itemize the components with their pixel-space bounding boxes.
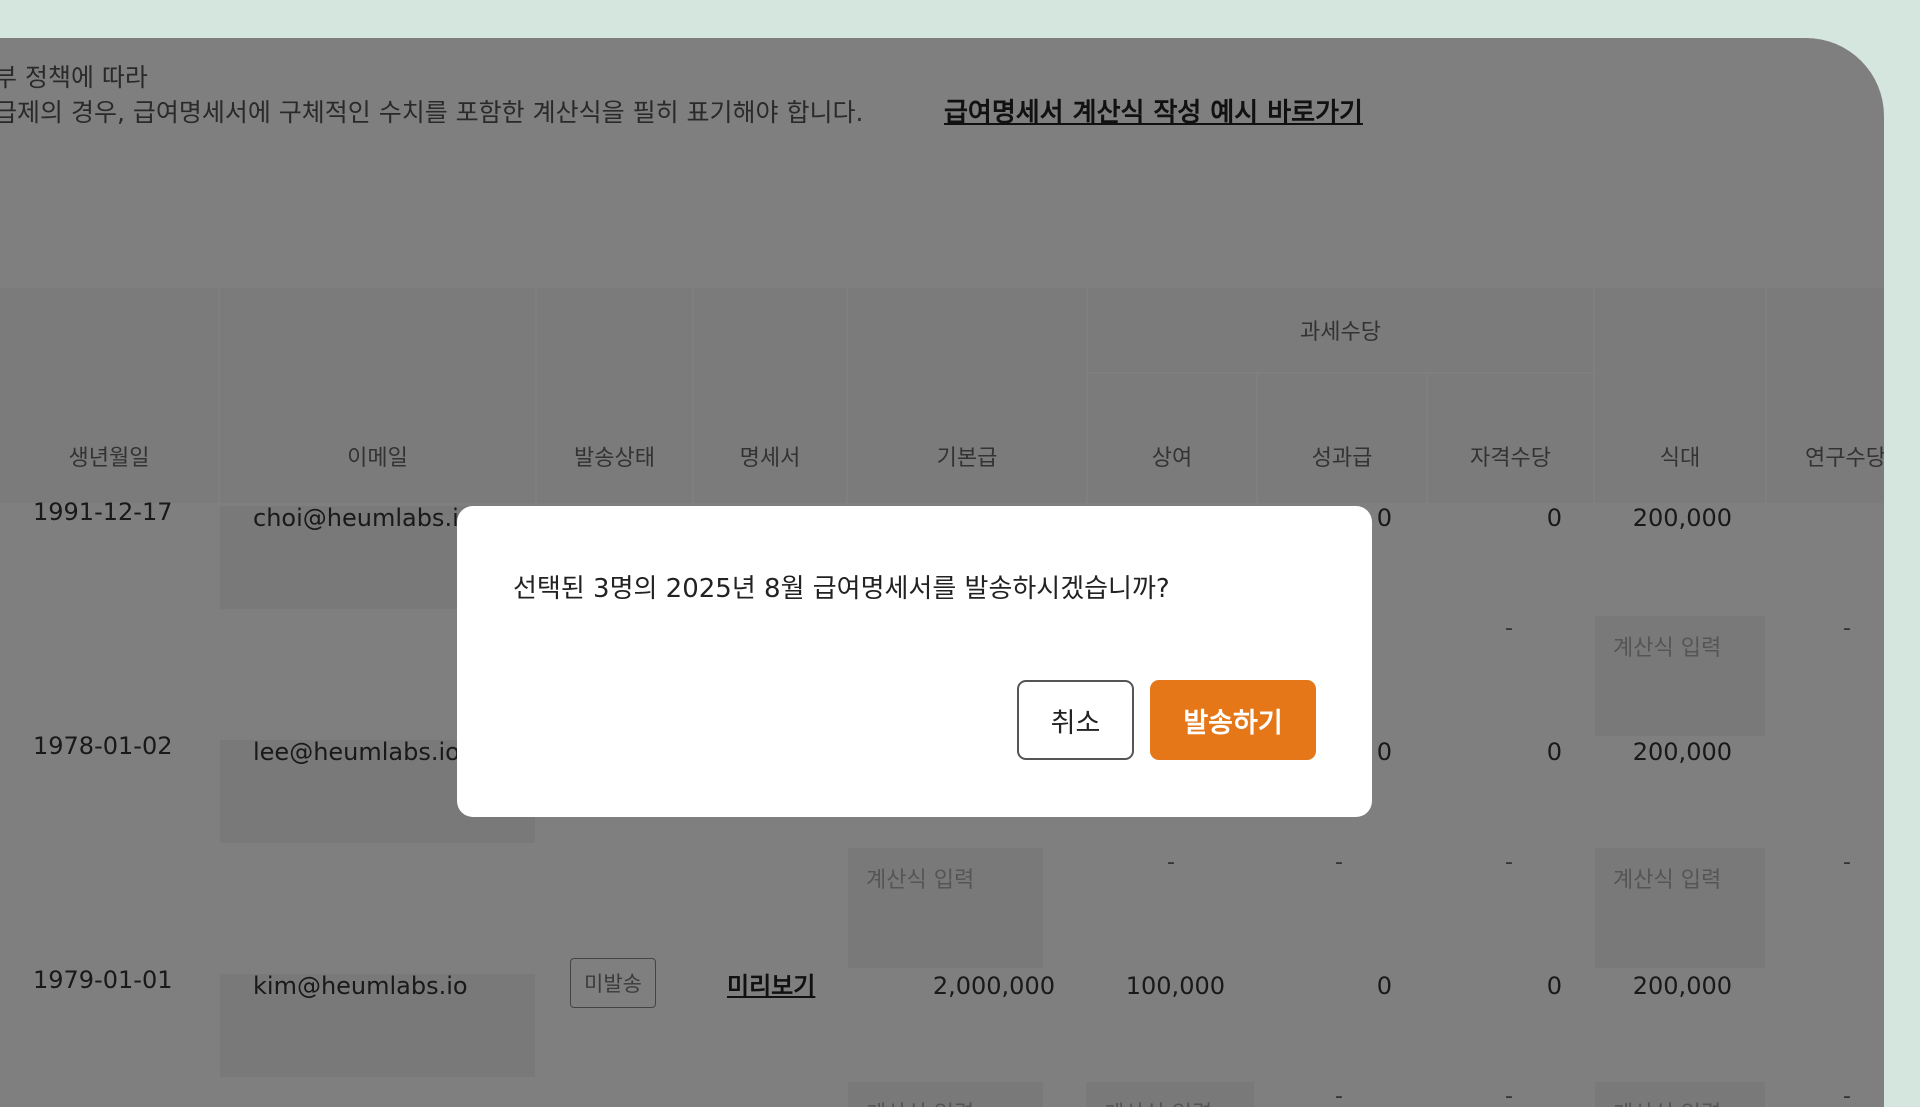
send-button[interactable]: 발송하기 — [1150, 680, 1316, 760]
page-frame: 부 정책에 따라 급제의 경우, 급여명세서에 구체적인 수치를 포함한 계산식… — [0, 38, 1884, 1107]
dialog-message: 선택된 3명의 2025년 8월 급여명세서를 발송하시겠습니까? — [513, 574, 1170, 604]
send-confirm-dialog: 선택된 3명의 2025년 8월 급여명세서를 발송하시겠습니까? 취소 발송하… — [457, 506, 1372, 817]
cancel-button[interactable]: 취소 — [1017, 680, 1134, 760]
